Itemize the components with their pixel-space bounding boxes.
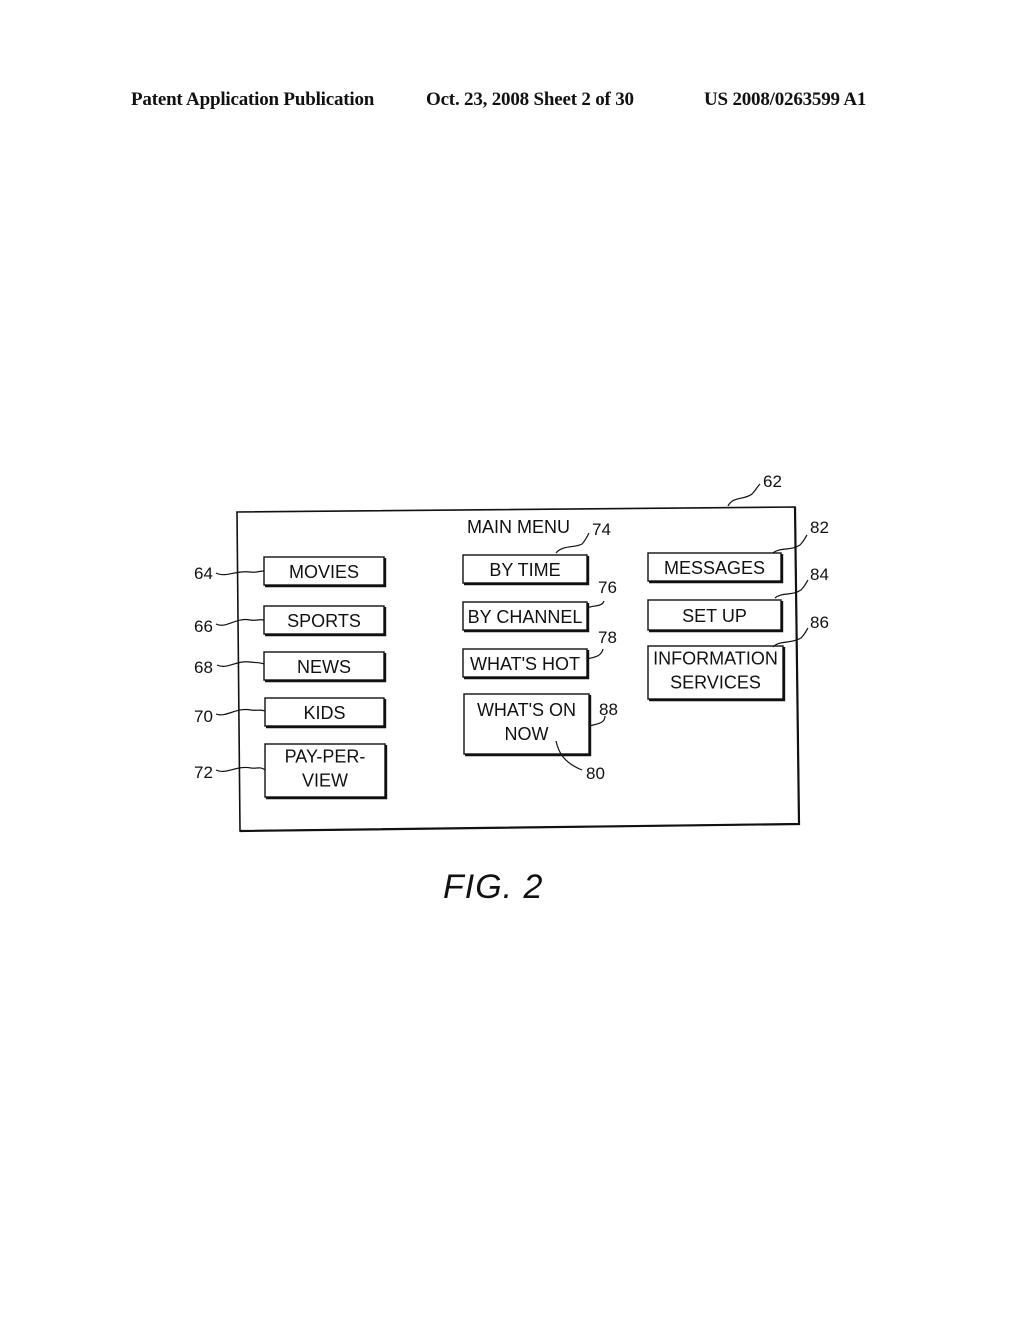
button-label-line: SERVICES [670,673,761,693]
menu-button-by-channel[interactable]: BY CHANNEL [462,601,590,633]
ref-82: 82 [810,518,829,537]
ref-72: 72 [194,763,213,782]
ref-80: 80 [586,764,605,783]
menu-button-information-services[interactable]: INFORMATION SERVICES [647,645,786,702]
ref-62: 62 [763,472,782,491]
menu-button-kids[interactable]: KIDS [264,697,387,729]
button-label-line: INFORMATION [653,649,778,669]
menu-button-messages[interactable]: MESSAGES [647,552,784,584]
button-label-line: KIDS [303,703,345,723]
leader-68 [216,661,265,667]
menu-button-what-s-hot[interactable]: WHAT'S HOT [462,648,590,680]
ref-68: 68 [194,658,213,677]
leader-82 [772,534,808,554]
ref-66: 66 [194,617,213,636]
leader-62 [727,483,761,507]
button-label-line: WHAT'S HOT [470,654,580,674]
menu-button-sports[interactable]: SPORTS [263,605,387,637]
menu-button-by-time[interactable]: BY TIME [462,554,590,586]
menu-button-set-up[interactable]: SET UP [647,599,784,633]
button-label-line: NEWS [297,657,351,677]
button-label-line: VIEW [302,771,348,791]
ref-74: 74 [592,520,611,539]
button-label-line: MOVIES [289,562,359,582]
button-label-line: MESSAGES [664,558,765,578]
menu-button-movies[interactable]: MOVIES [263,556,387,588]
leader-76 [586,600,605,609]
ref-76: 76 [598,578,617,597]
button-label-line: WHAT'S ON [477,700,576,720]
leader-64 [215,570,265,576]
menu-button-what-s-on-now[interactable]: WHAT'S ON NOW [463,693,592,757]
button-label-line: BY CHANNEL [468,607,583,627]
button-label-line: SPORTS [287,611,361,631]
button-label-line: NOW [505,724,549,744]
ref-64: 64 [194,564,213,583]
menu-button-news[interactable]: NEWS [263,651,387,683]
button-label-line: PAY-PER- [285,747,366,767]
leader-78 [586,648,604,660]
ref-70: 70 [194,707,213,726]
ref-84: 84 [810,565,829,584]
figure-2-diagram: 62 MAIN MENU MOVIES SPORTS NEWS KIDS PAY-PER… [194,472,829,833]
button-label-line: SET UP [682,606,747,626]
menu-button-pay-per-view[interactable]: PAY-PER- VIEW [264,743,388,800]
ref-86: 86 [810,613,829,632]
ref-88: 88 [599,700,618,719]
leader-72 [215,766,266,772]
button-label-line: BY TIME [489,560,560,580]
main-menu-title: MAIN MENU [467,517,570,537]
leader-70 [215,708,266,716]
leader-66 [215,618,265,626]
figure-caption: FIG. 2 [443,868,544,906]
ref-78: 78 [598,628,617,647]
